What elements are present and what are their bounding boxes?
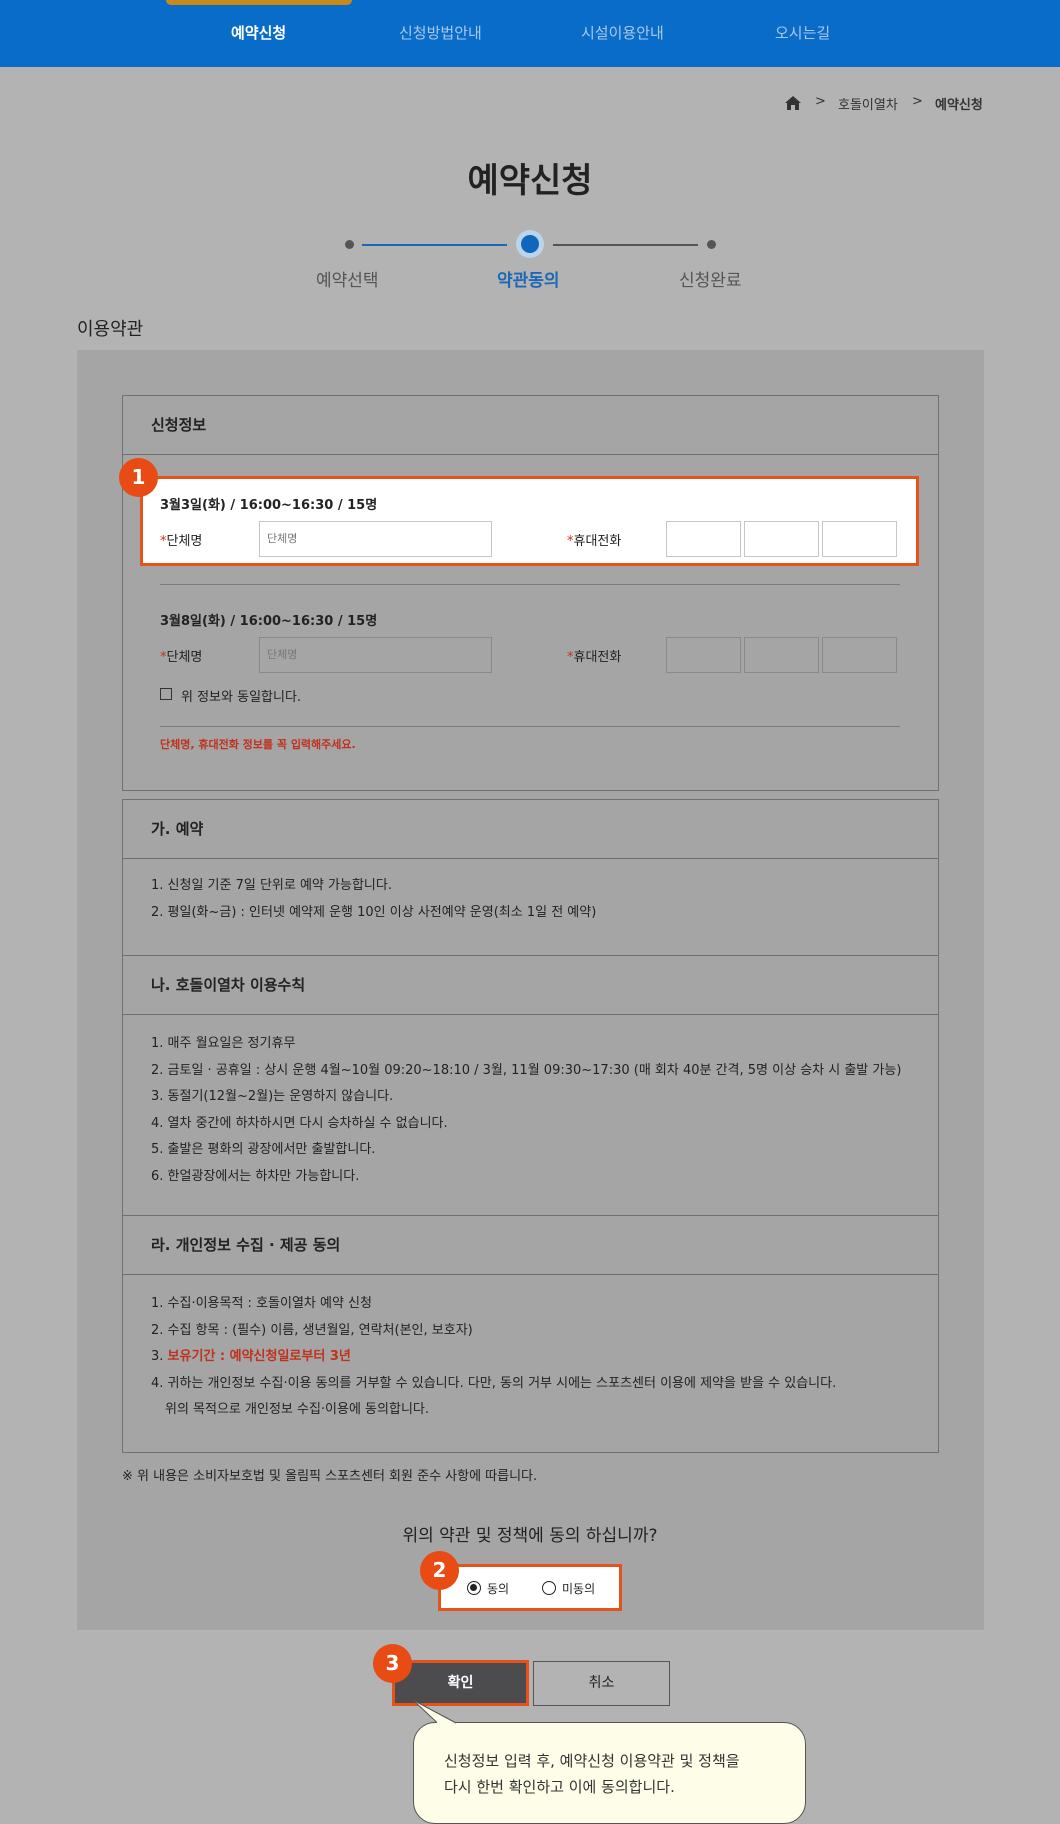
section-title: 이용약관	[77, 319, 144, 340]
terms-line: 3. 동절기(12월~2월)는 운영하지 않습니다.	[151, 1089, 394, 1104]
same-info-checkbox[interactable]	[160, 688, 172, 700]
terms-rules-content: 1. 매주 월요일은 정기휴무 2. 금토일 · 공휴일 : 상시 운행 4월~…	[123, 1015, 938, 1216]
terms-line: 1. 매주 월요일은 정기휴무	[151, 1036, 296, 1051]
terms-privacy-header: 라. 개인정보 수집 · 제공 동의	[123, 1216, 938, 1275]
entry-1-phone-input-2[interactable]	[744, 521, 819, 557]
entry-1-title: 3월3일(화) / 16:00~16:30 / 15명	[160, 498, 378, 513]
terms-line: 2. 금토일 · 공휴일 : 상시 운행 4월~10월 09:20~18:10 …	[151, 1062, 902, 1078]
same-info-label: 위 정보와 동일합니다.	[181, 690, 302, 705]
agree-radio[interactable]	[467, 1581, 481, 1595]
terms-line: 6. 한얼광장에서는 하차만 가능합니다.	[151, 1168, 360, 1184]
entry-2-group-label: *단체명	[160, 650, 203, 665]
nav-accent-bar	[166, 0, 352, 5]
agree-label[interactable]: 동의	[487, 1580, 509, 1597]
nav-item-how-to-apply[interactable]: 신청방법안내	[399, 22, 482, 43]
tooltip-tail	[412, 1699, 457, 1724]
step-dot	[345, 240, 354, 249]
entry-1-group-name-input[interactable]: 단체명	[259, 521, 492, 557]
divider	[160, 726, 900, 727]
disagree-radio[interactable]	[542, 1581, 556, 1595]
breadcrumb-item[interactable]: 호돌이열차	[838, 94, 898, 113]
tooltip-text: 신청정보 입력 후, 예약신청 이용약관 및 정책을 다시 한번 확인하고 이에…	[444, 1748, 740, 1800]
terms-privacy-content: 1. 수집·이용목적 : 호돌이열차 예약 신청 2. 수집 항목 : (필수)…	[123, 1275, 938, 1434]
terms-line: 1. 신청일 기준 7일 단위로 예약 가능합니다.	[151, 878, 392, 893]
disagree-label[interactable]: 미동의	[562, 1580, 595, 1597]
terms-line: 2. 평일(화~금) : 인터넷 예약제 운행 10인 이상 사전예약 운영(최…	[151, 904, 597, 920]
top-nav: 예약신청 신청방법안내 시설이용안내 오시는길	[0, 0, 1060, 67]
entry-2-phone-input-1[interactable]	[666, 637, 741, 673]
terms-box: 가. 예약 1. 신청일 기준 7일 단위로 예약 가능합니다. 2. 평일(화…	[122, 799, 939, 1453]
retention-period-highlight: 보유기간 : 예약신청일로부터 3년	[167, 1349, 351, 1364]
page-title: 예약신청	[467, 161, 593, 201]
application-info-header: 신청정보	[123, 396, 938, 455]
tooltip-line: 신청정보 입력 후, 예약신청 이용약관 및 정책을	[444, 1752, 740, 1770]
nav-item-facility-info[interactable]: 시설이용안내	[581, 22, 664, 43]
step-line	[553, 244, 698, 246]
terms-reservation-header: 가. 예약	[123, 800, 938, 859]
breadcrumb-current: 예약신청	[935, 98, 983, 113]
terms-line: 5. 출발은 평화의 광장에서만 출발합니다.	[151, 1142, 376, 1157]
step-label-select: 예약선택	[316, 271, 379, 291]
step-label-complete: 신청완료	[679, 271, 742, 291]
chevron-right-icon: >	[815, 94, 826, 109]
terms-reservation-content: 1. 신청일 기준 7일 단위로 예약 가능합니다. 2. 평일(화~금) : …	[123, 859, 938, 956]
entry-2-phone-label: *휴대전화	[567, 650, 622, 665]
chevron-right-icon: >	[912, 94, 923, 109]
input-warning: 단체명, 휴대전화 정보를 꼭 입력해주세요.	[160, 738, 356, 751]
step-badge-1: 1	[119, 458, 158, 497]
terms-line-retention: 3. 보유기간 : 예약신청일로부터 3년	[151, 1349, 351, 1364]
entry-2-phone-input-3[interactable]	[822, 637, 897, 673]
terms-line: 4. 귀하는 개인정보 수집·이용 동의를 거부할 수 있습니다. 다만, 동의…	[151, 1375, 837, 1391]
terms-line: 2. 수집 항목 : (필수) 이름, 생년월일, 연락처(본인, 보호자)	[151, 1322, 473, 1338]
step-badge-3: 3	[373, 1644, 412, 1683]
terms-line: 위의 목적으로 개인정보 수집·이용에 동의합니다.	[165, 1402, 429, 1417]
cancel-button[interactable]: 취소	[533, 1661, 670, 1706]
tooltip-line: 다시 한번 확인하고 이에 동의합니다.	[444, 1778, 675, 1796]
entry-1-phone-input-3[interactable]	[822, 521, 897, 557]
nav-item-directions[interactable]: 오시는길	[775, 22, 830, 43]
home-icon[interactable]	[784, 95, 802, 111]
step-indicator: 예약선택 약관동의 신청완료	[0, 230, 1060, 291]
entry-2-title: 3월8일(화) / 16:00~16:30 / 15명	[160, 614, 378, 629]
entry-1-phone-label: *휴대전화	[567, 534, 622, 549]
step-badge-2: 2	[420, 1551, 459, 1590]
consent-radio-group: 동의 미동의	[438, 1564, 622, 1611]
entry-1-phone-input-1[interactable]	[666, 521, 741, 557]
step-label-terms: 약관동의	[497, 271, 560, 291]
terms-line: 4. 열차 중간에 하차하시면 다시 승차하실 수 없습니다.	[151, 1115, 448, 1131]
entry-2-phone-input-2[interactable]	[744, 637, 819, 673]
terms-footnote: ※ 위 내용은 소비자보호법 및 올림픽 스포츠센터 회원 준수 사항에 따릅니…	[122, 1469, 538, 1484]
application-info-box: 신청정보	[122, 395, 939, 791]
terms-rules-header: 나. 호돌이열차 이용수칙	[123, 956, 938, 1015]
consent-question: 위의 약관 및 정책에 동의 하십니까?	[402, 1526, 658, 1546]
nav-item-reservation[interactable]: 예약신청	[231, 22, 286, 43]
entry-2-group-name-input[interactable]: 단체명	[259, 637, 492, 673]
step-current-dot	[516, 230, 544, 258]
divider	[160, 584, 900, 585]
step-line	[362, 244, 507, 246]
entry-1-group-label: *단체명	[160, 534, 203, 549]
terms-line: 1. 수집·이용목적 : 호돌이열차 예약 신청	[151, 1296, 372, 1311]
step-dot	[707, 240, 716, 249]
